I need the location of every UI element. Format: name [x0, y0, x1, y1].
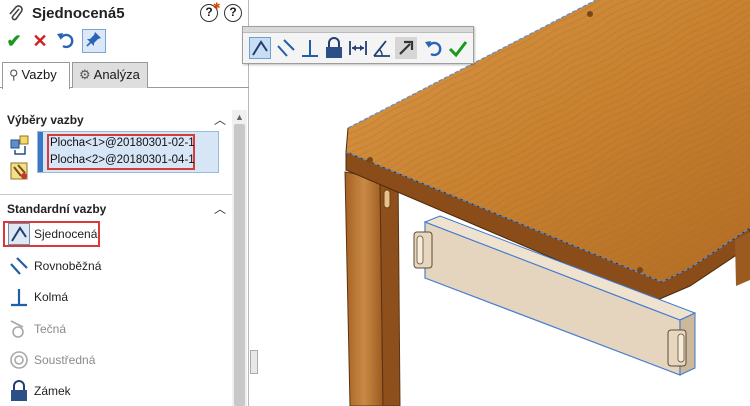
- toolbar-grip[interactable]: [243, 27, 473, 33]
- mate-label: Tečná: [34, 322, 67, 336]
- paperclip-icon: ⚲: [9, 67, 19, 82]
- help-icon[interactable]: ?: [224, 4, 242, 22]
- selection-focus-strip: [38, 132, 43, 172]
- mate-label: Rovnoběžná: [34, 259, 102, 273]
- mate-option-lock[interactable]: Zámek: [6, 378, 206, 406]
- tangent-icon: [8, 318, 30, 340]
- angle-icon[interactable]: [371, 37, 393, 59]
- parallel-icon: [8, 255, 30, 277]
- coincident-icon[interactable]: [249, 37, 271, 59]
- panel-scrollbar[interactable]: ▲: [232, 110, 247, 406]
- scroll-thumb[interactable]: [234, 124, 245, 406]
- perpendicular-icon[interactable]: [299, 37, 321, 59]
- tab-analyza-label: Analýza: [93, 67, 140, 82]
- tab-analyza[interactable]: ⚙ Analýza: [72, 62, 148, 88]
- mate-label: Kolmá: [34, 290, 69, 304]
- chevron-up-icon[interactable]: ︿: [214, 111, 226, 128]
- mate-label: Sjednocená: [34, 227, 98, 241]
- mate-option-parallel[interactable]: Rovnoběžná: [6, 253, 206, 281]
- star-badge-icon: ✱: [213, 1, 221, 11]
- coincident-icon: [8, 223, 30, 245]
- section-title-standard-mates: Standardní vazby: [7, 202, 107, 216]
- mate-option-perpendicular[interactable]: Kolmá: [6, 284, 206, 312]
- chevron-up-icon[interactable]: ︿: [214, 200, 226, 217]
- panel-resize-handle[interactable]: [250, 350, 258, 374]
- mate-option-concentric[interactable]: Soustředná: [6, 347, 206, 375]
- cancel-button[interactable]: ✕: [29, 30, 51, 52]
- mate-option-coincident[interactable]: Sjednocená: [6, 221, 206, 249]
- parallel-icon[interactable]: [275, 37, 297, 59]
- section-title-selections: Výběry vazby: [7, 113, 84, 127]
- action-bar: ✔ ✕: [0, 28, 249, 56]
- undo-button[interactable]: [55, 30, 77, 52]
- property-manager-panel: Sjednocená5 ? ✱ ? ✔ ✕ ⚲ Vazby ⚙ Analýza ▲ …: [0, 0, 249, 406]
- table-leg-left: [344, 171, 384, 406]
- ok-check-icon[interactable]: [447, 37, 469, 59]
- flip-alignment-icon[interactable]: [395, 37, 417, 59]
- lock-icon[interactable]: [323, 37, 345, 59]
- ok-button[interactable]: ✔: [3, 30, 25, 52]
- context-toolbar: [242, 26, 474, 64]
- undo-icon[interactable]: [423, 37, 445, 59]
- tab-vazby-label: Vazby: [21, 67, 57, 82]
- selection-list-item[interactable]: Plocha<2>@20180301-04-1: [50, 154, 195, 166]
- distance-icon[interactable]: [347, 37, 369, 59]
- section-header-selections[interactable]: Výběry vazby ︿: [0, 110, 232, 130]
- gears-icon: ⚙: [79, 67, 91, 82]
- lock-icon: [8, 380, 30, 402]
- page-title: Sjednocená5: [32, 5, 125, 22]
- panel-titlebar: Sjednocená5 ? ✱ ?: [0, 0, 249, 28]
- mate-label: Soustředná: [34, 353, 96, 367]
- mate-references-icon[interactable]: [9, 160, 31, 182]
- concentric-icon: [8, 349, 30, 371]
- scroll-up-arrow-icon[interactable]: ▲: [235, 112, 244, 122]
- perpendicular-icon: [8, 286, 30, 308]
- mate-option-tangent[interactable]: Tečná: [6, 316, 206, 344]
- section-header-standard-mates[interactable]: Standardní vazby ︿: [0, 199, 232, 219]
- section-divider: [0, 194, 232, 195]
- multi-mate-icon[interactable]: [9, 134, 31, 156]
- selection-list-item[interactable]: Plocha<1>@20180301-02-1: [50, 137, 195, 149]
- pin-button[interactable]: [82, 29, 106, 53]
- mate-label: Zámek: [34, 384, 71, 398]
- mate-paperclip-icon: [8, 5, 24, 28]
- tab-strip: ⚲ Vazby ⚙ Analýza: [0, 62, 249, 89]
- tab-vazby[interactable]: ⚲ Vazby: [2, 62, 70, 89]
- selection-list[interactable]: Plocha<1>@20180301-02-1 Plocha<2>@201803…: [37, 131, 219, 173]
